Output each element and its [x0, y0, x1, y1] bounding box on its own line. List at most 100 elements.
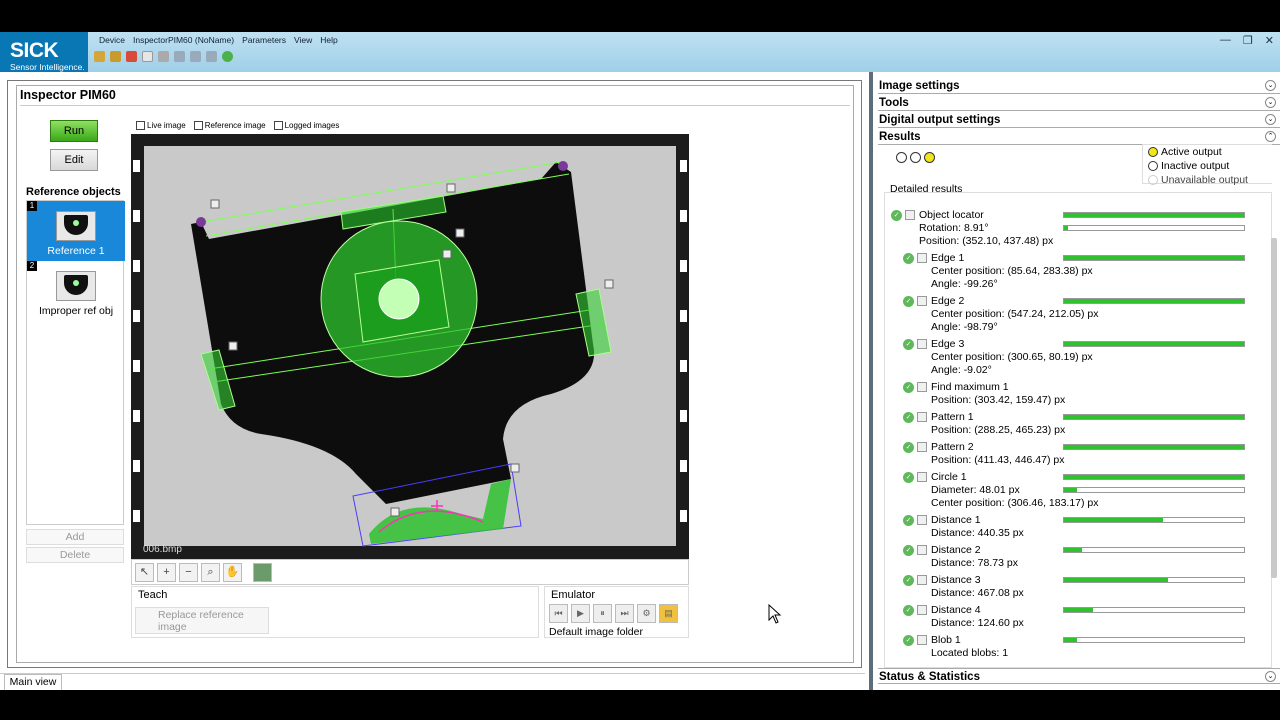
results-panel: Active output Inactive output Unavailabl… — [884, 144, 1272, 668]
stop-icon[interactable] — [126, 51, 137, 62]
result-value: Position: (411.43, 446.47) px — [931, 454, 1065, 466]
output-indicator-3 — [924, 152, 935, 163]
connect-icon[interactable] — [94, 51, 105, 62]
tool-icon — [917, 442, 927, 452]
section-status-statistics[interactable]: Status & Statistics ⌄ — [878, 668, 1280, 684]
add-button[interactable]: Add — [26, 529, 124, 545]
tab-reference-image[interactable]: Reference image — [193, 121, 266, 131]
result-score-bar — [1063, 255, 1245, 261]
close-icon[interactable]: ✕ — [1265, 34, 1274, 47]
result-name: Edge 3 — [931, 338, 965, 350]
section-image-settings[interactable]: Image settings ⌄ — [878, 78, 1280, 94]
chevron-down-icon: ⌄ — [1265, 80, 1276, 91]
menu-help[interactable]: Help — [316, 34, 341, 46]
image-tabs: Live image Reference image Logged images — [136, 121, 339, 131]
zoom-in-icon[interactable]: + — [157, 563, 176, 582]
menu-bar: Device InspectorPIM60 (NoName) Parameter… — [95, 34, 342, 46]
pause-icon[interactable]: ⏸ — [593, 604, 612, 623]
result-name: Distance 2 — [931, 544, 981, 556]
pan-hand-icon[interactable]: ✋ — [223, 563, 242, 582]
replace-reference-button[interactable]: Replace reference image — [135, 607, 269, 634]
tool-icon — [917, 339, 927, 349]
reference-item-1[interactable]: 1 Reference 1 — [27, 201, 125, 261]
section-digital-output[interactable]: Digital output settings ⌄ — [878, 112, 1280, 128]
document-icon[interactable] — [142, 51, 153, 62]
image-viewer[interactable]: 006.bmp — [131, 134, 689, 559]
main-panel: Inspector PIM60 Run Edit Reference objec… — [7, 80, 862, 668]
status-ok-icon[interactable] — [222, 51, 233, 62]
reference-objects-header: Reference objects — [26, 186, 121, 198]
menu-view[interactable]: View — [290, 34, 316, 46]
zoom-fit-icon[interactable]: ⌕ — [201, 563, 220, 582]
result-value: Distance: 440.35 px — [931, 527, 1024, 539]
chevron-down-icon: ⌄ — [1265, 97, 1276, 108]
result-value: Angle: -99.26° — [931, 278, 998, 290]
ok-check-icon: ✓ — [903, 442, 914, 453]
disconnect-icon[interactable] — [110, 51, 121, 62]
tab-live-image[interactable]: Live image — [136, 121, 186, 131]
history-icon[interactable] — [206, 51, 217, 62]
tool-icon — [917, 412, 927, 422]
minimize-icon[interactable]: — — [1220, 34, 1231, 47]
result-score-bar — [1063, 547, 1245, 553]
tab-logged-images[interactable]: Logged images — [273, 121, 339, 131]
result-value: Center position: (300.65, 80.19) px — [931, 351, 1093, 363]
last-image-icon[interactable]: ⏭ — [615, 604, 634, 623]
emulator-panel: Emulator ⏮ ▶ ⏸ ⏭ ⚙ ▤ Default image folde… — [544, 586, 689, 638]
result-value: Position: (352.10, 437.48) px — [919, 235, 1054, 247]
folder-icon[interactable]: ▤ — [659, 604, 678, 623]
redo-icon[interactable] — [190, 51, 201, 62]
reference-item-2[interactable]: 2 Improper ref obj — [27, 261, 125, 321]
ok-check-icon: ✓ — [903, 382, 914, 393]
first-image-icon[interactable]: ⏮ — [549, 604, 568, 623]
camera-icon[interactable]: ⚙ — [637, 604, 656, 623]
result-name: Circle 1 — [931, 471, 967, 483]
ok-check-icon: ✓ — [891, 210, 902, 221]
ok-check-icon: ✓ — [903, 605, 914, 616]
result-value: Diameter: 48.01 px — [931, 484, 1020, 496]
chevron-down-icon: ⌄ — [1265, 671, 1276, 682]
results-scrollbar[interactable] — [1270, 218, 1278, 648]
section-results[interactable]: Results ⌃ — [878, 129, 1280, 145]
menu-parameters[interactable]: Parameters — [238, 34, 290, 46]
result-name: Pattern 1 — [931, 411, 974, 423]
result-name: Distance 3 — [931, 574, 981, 586]
play-icon[interactable]: ▶ — [571, 604, 590, 623]
delete-button[interactable]: Delete — [26, 547, 124, 563]
pointer-icon[interactable]: ↖ — [135, 563, 154, 582]
undo-icon[interactable] — [174, 51, 185, 62]
result-score-bar — [1063, 341, 1245, 347]
edit-button[interactable]: Edit — [50, 149, 98, 171]
result-value: Distance: 78.73 px — [931, 557, 1018, 569]
viewer-toolbar: ↖ + − ⌕ ✋ — [131, 559, 689, 585]
result-value: Center position: (547.24, 212.05) px — [931, 308, 1099, 320]
restore-icon[interactable]: ❐ — [1243, 34, 1253, 47]
tool-icon — [917, 575, 927, 585]
tool-icon — [917, 635, 927, 645]
tool-icon — [917, 605, 927, 615]
overlay-toggle-icon[interactable] — [253, 563, 272, 582]
ok-check-icon: ✓ — [903, 412, 914, 423]
tab-main-view[interactable]: Main view — [4, 674, 62, 690]
run-button[interactable]: Run — [50, 120, 98, 142]
chevron-up-icon: ⌃ — [1265, 131, 1276, 142]
result-name: Distance 4 — [931, 604, 981, 616]
detailed-results: Detailed results ✓ Object locator Rotation… — [884, 183, 1272, 668]
edit-icon[interactable] — [158, 51, 169, 62]
reference-list: 1 Reference 1 2 Improper ref obj — [26, 200, 125, 525]
tool-icon — [917, 545, 927, 555]
zoom-out-icon[interactable]: − — [179, 563, 198, 582]
tool-icon — [905, 210, 915, 220]
section-tools[interactable]: Tools ⌄ — [878, 95, 1280, 111]
result-name: Edge 2 — [931, 295, 965, 307]
result-value: Angle: -98.79° — [931, 321, 998, 333]
result-name: Find maximum 1 — [931, 381, 1009, 393]
teach-panel: Teach Replace reference image — [131, 586, 539, 638]
menu-inspector[interactable]: InspectorPIM60 (NoName) — [129, 34, 238, 46]
toolbar — [94, 51, 233, 62]
output-legend: Active output Inactive output Unavailabl… — [1142, 144, 1272, 186]
ok-check-icon: ✓ — [903, 253, 914, 264]
page-title: Inspector PIM60 — [20, 88, 116, 102]
menu-device[interactable]: Device — [95, 34, 129, 46]
ok-check-icon: ✓ — [903, 296, 914, 307]
